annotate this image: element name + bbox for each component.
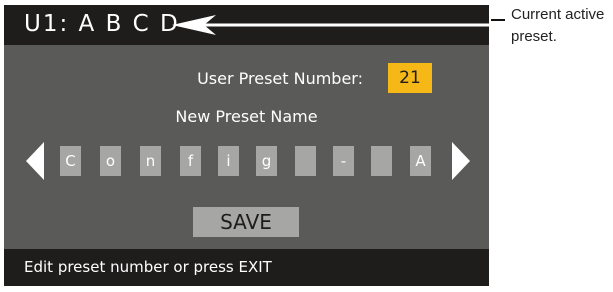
save-button[interactable]: SAVE <box>193 207 299 237</box>
name-char-cell[interactable]: n <box>140 146 161 176</box>
callout-annotation: Current active preset. <box>511 4 604 48</box>
device-screen: U1: A B C D User Preset Number: 21 New P… <box>4 5 489 286</box>
right-arrow-icon[interactable] <box>452 142 472 180</box>
preset-name-label: New Preset Name <box>175 107 318 126</box>
name-char-cell[interactable]: - <box>333 146 354 176</box>
name-char-cell[interactable]: i <box>218 146 239 176</box>
name-char-cell[interactable]: o <box>100 146 121 176</box>
name-char-cell[interactable]: g <box>256 146 277 176</box>
callout-line-1: Current active <box>511 6 605 23</box>
name-char-cell[interactable]: A <box>410 146 431 176</box>
left-arrow-icon[interactable] <box>26 142 46 180</box>
pointer-arrow-icon <box>172 15 489 35</box>
status-bar: Edit preset number or press EXIT <box>4 249 489 286</box>
name-char-cell[interactable] <box>295 146 316 176</box>
preset-number-field[interactable]: 21 <box>388 63 432 93</box>
name-char-cell[interactable]: f <box>180 146 201 176</box>
name-char-cell[interactable]: C <box>60 146 81 176</box>
callout-leader-line <box>491 19 505 21</box>
name-char-cell[interactable] <box>371 146 392 176</box>
status-message: Edit preset number or press EXIT <box>24 258 272 276</box>
preset-number-label: User Preset Number: <box>197 69 363 88</box>
callout-line-2: preset. <box>511 28 557 45</box>
